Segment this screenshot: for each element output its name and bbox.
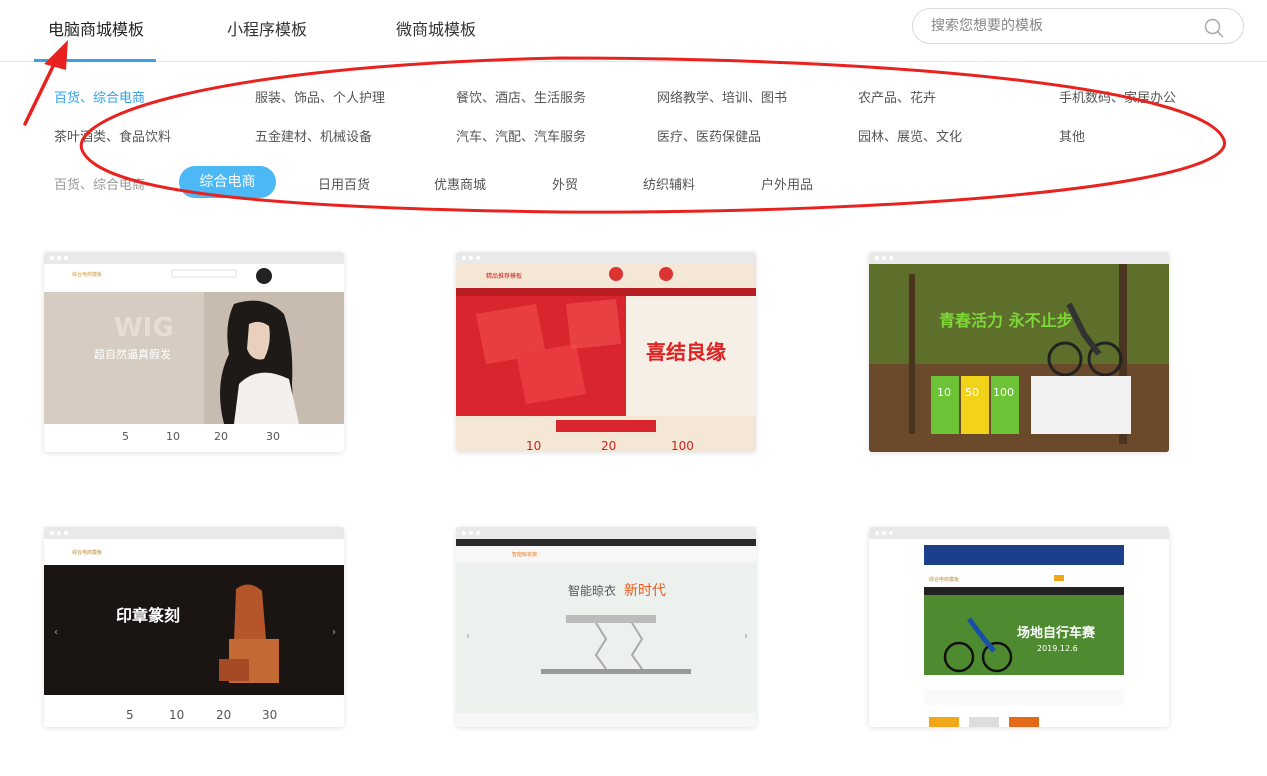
template-card-seal[interactable]: 综合电商模板 印章篆刻 ‹ › 5 10 20 30 [44,527,344,727]
preview-logo: 综合电商模板 [929,576,959,583]
svg-text:30: 30 [262,708,277,722]
browser-bar [44,252,344,264]
category-other[interactable]: 其他 [1059,126,1085,145]
svg-text:20: 20 [601,439,616,452]
svg-text:5: 5 [122,430,129,443]
category-garden[interactable]: 园林、展览、文化 [858,126,962,145]
svg-text:20: 20 [214,430,228,443]
svg-text:‹: ‹ [54,627,58,638]
top-nav: 电脑商城模板 小程序模板 微商城模板 [0,0,1267,62]
subcategory-foreign-trade[interactable]: 外贸 [552,174,578,193]
browser-bar [44,527,344,539]
preview-headline: 青春活力 永不止步 [939,311,1073,330]
active-tab-indicator [34,59,156,62]
category-clothing[interactable]: 服装、饰品、个人护理 [255,87,385,106]
tab-mini-program-templates[interactable]: 小程序模板 [227,16,307,40]
svg-text:›: › [744,631,748,642]
svg-text:WIG: WIG [114,313,174,343]
preview-headline: 智能晾衣 [568,583,616,598]
template-card-cycling[interactable]: 青春活力 永不止步 10 50 100 [869,252,1169,452]
preview-logo: 精品推荐模板 [486,272,522,280]
template-preview: 青春活力 永不止步 10 50 100 [869,264,1169,452]
preview-logo: 综合电商模板 [72,271,102,278]
svg-text:20: 20 [216,708,231,722]
preview-logo: 智能晾衣架 [512,551,537,558]
browser-bar [456,252,756,264]
subcategory-current-label: 百货、综合电商 [54,178,146,193]
svg-text:100: 100 [993,386,1014,399]
template-preview: 综合电商模板 印章篆刻 ‹ › 5 10 20 30 [44,539,344,727]
svg-text:10: 10 [937,386,951,399]
browser-bar [869,527,1169,539]
preview-highlight: 新时代 [624,583,666,599]
preview-headline: 场地自行车赛 [1017,625,1096,641]
browser-bar [869,252,1169,264]
search-input[interactable] [931,16,1181,36]
template-preview: 精品推荐模板 喜结良缘 10 20 100 [456,264,756,452]
svg-text:›: › [332,627,336,638]
svg-text:50: 50 [965,386,979,399]
subcategory-selected[interactable]: 综合电商 [179,166,276,198]
category-hardware[interactable]: 五金建材、机械设备 [255,126,372,145]
search-icon[interactable] [1203,17,1225,39]
svg-text:100: 100 [671,439,694,452]
category-agriculture[interactable]: 农产品、花卉 [858,87,936,106]
search-box[interactable] [912,8,1244,44]
template-preview: 智能晾衣架 智能晾衣 新时代 ‹ › [456,539,756,727]
svg-text:10: 10 [526,439,541,452]
preview-headline: 印章篆刻 [116,606,180,625]
category-catering[interactable]: 餐饮、酒店、生活服务 [456,87,586,106]
template-preview: 综合电商模板 WIG 超自然逼真假发 5 10 20 30 [44,264,344,452]
tab-pc-mall-templates[interactable]: 电脑商城模板 [48,16,144,40]
subcategory-discount-mall[interactable]: 优惠商城 [434,174,486,193]
preview-headline: 超自然逼真假发 [94,347,171,361]
template-card-wedding[interactable]: 精品推荐模板 喜结良缘 10 20 100 [456,252,756,452]
svg-text:30: 30 [266,430,280,443]
category-tea-food[interactable]: 茶叶酒类、食品饮料 [54,126,171,145]
category-medical[interactable]: 医疗、医药保健品 [657,126,761,145]
subcategory-daily-goods[interactable]: 日用百货 [318,174,370,193]
template-preview: 综合电商模板 场地自行车赛 2019.12.6 [869,539,1169,727]
category-digital-home[interactable]: 手机数码、家居办公 [1059,87,1176,106]
svg-text:‹: ‹ [466,631,470,642]
svg-text:5: 5 [126,708,134,722]
preview-logo: 综合电商模板 [72,549,102,556]
category-education[interactable]: 网络教学、培训、图书 [657,87,787,106]
template-card-drying-rack[interactable]: 智能晾衣架 智能晾衣 新时代 ‹ › [456,527,756,727]
template-card-track-cycling[interactable]: 综合电商模板 场地自行车赛 2019.12.6 [869,527,1169,727]
category-general-ecommerce[interactable]: 百货、综合电商 [54,87,145,106]
svg-text:10: 10 [169,708,184,722]
template-card-wig[interactable]: 综合电商模板 WIG 超自然逼真假发 5 10 20 30 [44,252,344,452]
subcategory-outdoor[interactable]: 户外用品 [761,174,813,193]
browser-bar [456,527,756,539]
subcategory-textile[interactable]: 纺织辅料 [643,174,695,193]
tab-micro-mall-templates[interactable]: 微商城模板 [396,16,476,40]
svg-text:2019.12.6: 2019.12.6 [1037,644,1078,653]
preview-headline: 喜结良缘 [646,340,726,364]
category-auto[interactable]: 汽车、汽配、汽车服务 [456,126,586,145]
svg-text:10: 10 [166,430,180,443]
